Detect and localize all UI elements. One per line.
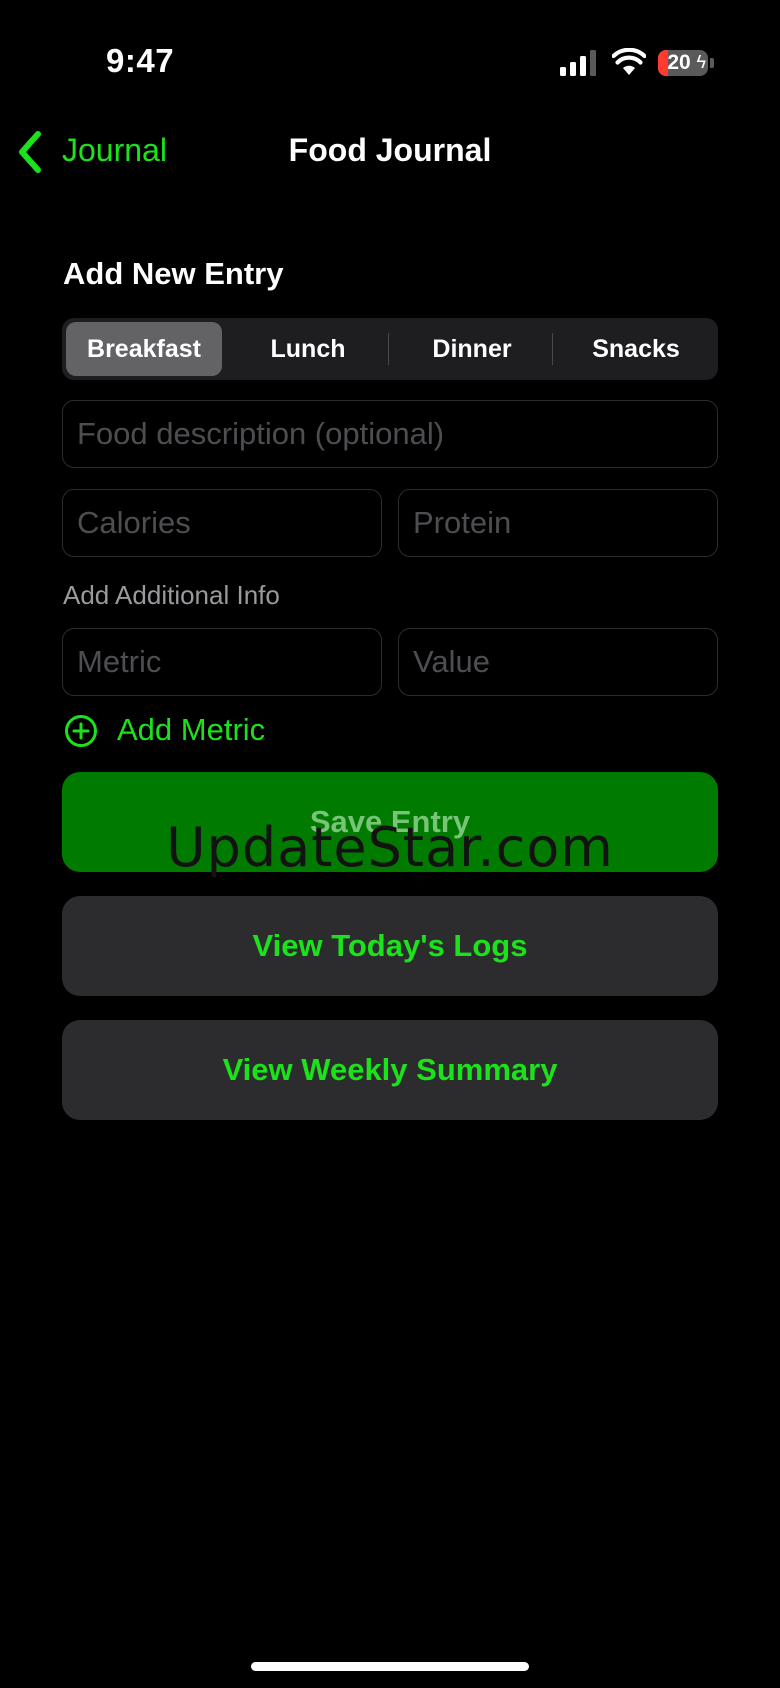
add-metric-button[interactable]: Add Metric: [117, 712, 265, 748]
section-heading: Add New Entry: [63, 256, 284, 291]
plus-circle-icon[interactable]: [64, 714, 98, 748]
segment-snacks[interactable]: Snacks: [558, 322, 714, 376]
additional-info-label: Add Additional Info: [63, 580, 280, 610]
metric-field[interactable]: Metric: [62, 628, 382, 696]
cellular-signal-icon: [560, 50, 596, 76]
calories-field[interactable]: Calories: [62, 489, 382, 557]
meal-type-segmented-control: Breakfast Lunch Dinner Snacks: [62, 318, 718, 380]
page-title: Food Journal: [288, 132, 492, 168]
battery-level: 20: [667, 51, 691, 74]
battery-icon: 20 ϟ: [658, 50, 708, 76]
segment-lunch[interactable]: Lunch: [230, 322, 386, 376]
view-todays-logs-button[interactable]: View Today's Logs: [62, 896, 718, 996]
status-time: 9:47: [106, 42, 175, 79]
protein-field[interactable]: Protein: [398, 489, 718, 557]
segment-divider: [552, 333, 553, 365]
segment-breakfast[interactable]: Breakfast: [66, 322, 222, 376]
home-indicator[interactable]: [251, 1662, 529, 1671]
view-weekly-summary-button[interactable]: View Weekly Summary: [62, 1020, 718, 1120]
segment-dinner[interactable]: Dinner: [394, 322, 550, 376]
charging-bolt-icon: ϟ: [696, 52, 706, 72]
segment-divider: [388, 333, 389, 365]
value-field[interactable]: Value: [398, 628, 718, 696]
battery-cap: [710, 58, 714, 68]
food-description-field[interactable]: Food description (optional): [62, 400, 718, 468]
wifi-icon: [612, 48, 646, 75]
save-entry-button[interactable]: Save Entry: [62, 772, 718, 872]
